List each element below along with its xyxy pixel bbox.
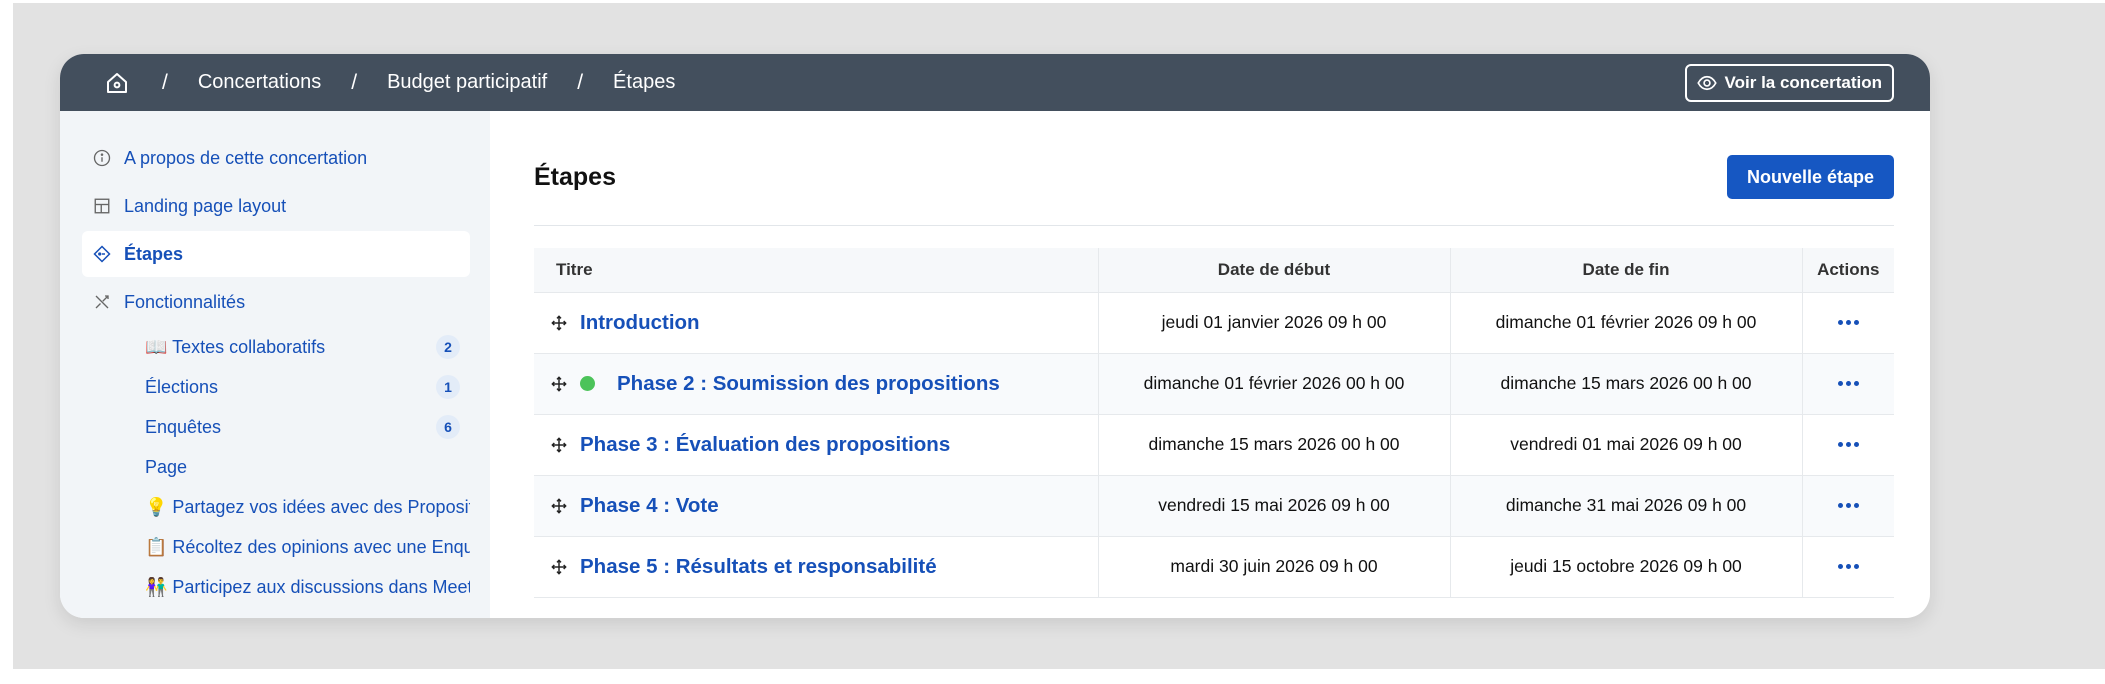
column-header-start: Date de début xyxy=(1098,248,1451,293)
phase-title-link[interactable]: Introduction xyxy=(580,311,700,335)
component-label: Page xyxy=(145,456,188,477)
more-actions-icon[interactable] xyxy=(1803,381,1895,386)
phase-start-date: vendredi 15 mai 2026 09 h 00 xyxy=(1098,475,1451,537)
phase-title-link[interactable]: Phase 4 : Vote xyxy=(580,494,719,518)
sidebar-item-label: Fonctionnalités xyxy=(124,291,246,312)
sidebar-item-about[interactable]: A propos de cette concertation xyxy=(82,135,470,181)
table-header-row: Titre Date de début Date de fin Actions xyxy=(534,248,1894,293)
component-textes-collaboratifs[interactable]: 📖 Textes collaboratifs 2 xyxy=(145,327,470,367)
more-actions-icon[interactable] xyxy=(1803,564,1895,569)
more-actions-icon[interactable] xyxy=(1803,320,1895,325)
phase-title-link[interactable]: Phase 2 : Soumission des propositions xyxy=(617,372,1000,396)
home-icon[interactable] xyxy=(102,68,132,98)
breadcrumb-concertations[interactable]: Concertations xyxy=(198,71,321,94)
breadcrumb-separator: / xyxy=(577,70,584,94)
count-badge: 6 xyxy=(436,415,460,439)
breadcrumb-separator: / xyxy=(162,70,168,94)
breadcrumb-separator: / xyxy=(351,70,358,94)
drag-handle-icon[interactable] xyxy=(550,497,568,515)
column-header-actions: Actions xyxy=(1802,248,1894,293)
drag-handle-icon[interactable] xyxy=(550,375,568,393)
sidebar-item-label: Étapes xyxy=(124,243,184,264)
phase-end-date: dimanche 31 mai 2026 09 h 00 xyxy=(1450,475,1803,537)
sidebar-item-label: A propos de cette concertation xyxy=(124,147,368,168)
count-badge: 1 xyxy=(436,375,460,399)
phase-start-date: dimanche 15 mars 2026 00 h 00 xyxy=(1098,414,1451,476)
phase-start-date: mardi 30 juin 2026 09 h 00 xyxy=(1098,536,1451,598)
component-label: 👫 Participez aux discussions dans Meetin… xyxy=(145,576,470,597)
phase-start-date: jeudi 01 janvier 2026 09 h 00 xyxy=(1098,292,1451,354)
phases-table: Titre Date de début Date de fin Actions xyxy=(534,248,1894,598)
sidebar-item-etapes[interactable]: Étapes xyxy=(82,231,470,277)
table-row: Introduction jeudi 01 janvier 2026 09 h … xyxy=(534,292,1895,354)
admin-panel: / Concertations / Budget participatif / … xyxy=(60,54,1930,618)
phase-end-date: dimanche 01 février 2026 09 h 00 xyxy=(1450,292,1803,354)
phase-end-date: dimanche 15 mars 2026 00 h 00 xyxy=(1450,353,1803,415)
column-header-end: Date de fin xyxy=(1450,248,1803,293)
phase-end-date: vendredi 01 mai 2026 09 h 00 xyxy=(1450,414,1803,476)
new-phase-button[interactable]: Nouvelle étape xyxy=(1726,155,1894,199)
main-content: Étapes Nouvelle étape Titre Date de débu… xyxy=(490,111,1930,618)
component-label: Élections xyxy=(145,376,219,397)
table-row: Phase 2 : Soumission des propositions di… xyxy=(534,353,1895,415)
phase-diamond-icon xyxy=(92,244,112,264)
phase-start-date: dimanche 01 février 2026 00 h 00 xyxy=(1098,353,1451,415)
phase-title-link[interactable]: Phase 5 : Résultats et responsabilité xyxy=(580,555,937,579)
breadcrumb-budget-participatif[interactable]: Budget participatif xyxy=(387,71,547,94)
tools-icon xyxy=(92,292,112,312)
table-row: Phase 3 : Évaluation des propositions di… xyxy=(534,414,1895,476)
main-header: Étapes Nouvelle étape xyxy=(534,155,1894,226)
sidebar-item-fonctionnalites[interactable]: Fonctionnalités xyxy=(82,279,470,325)
page-title: Étapes xyxy=(534,162,616,191)
component-enquetes[interactable]: Enquêtes 6 xyxy=(145,407,470,447)
table-row: Phase 4 : Vote vendredi 15 mai 2026 09 h… xyxy=(534,475,1895,537)
more-actions-icon[interactable] xyxy=(1803,442,1895,447)
phase-title-link[interactable]: Phase 3 : Évaluation des propositions xyxy=(580,433,950,457)
breadcrumb: / Concertations / Budget participatif / … xyxy=(132,71,675,95)
top-bar: / Concertations / Budget participatif / … xyxy=(60,54,1930,111)
more-actions-icon[interactable] xyxy=(1803,503,1895,508)
component-label: 📖 Textes collaboratifs xyxy=(145,336,326,357)
column-header-title: Titre xyxy=(534,248,1099,293)
info-circle-icon xyxy=(92,148,112,168)
component-page[interactable]: Page xyxy=(145,447,470,487)
component-label: Enquêtes xyxy=(145,416,222,437)
component-meetings[interactable]: 👫 Participez aux discussions dans Meetin… xyxy=(145,567,470,607)
sidebar: A propos de cette concertation Landing p… xyxy=(60,111,490,618)
drag-handle-icon[interactable] xyxy=(550,314,568,332)
sidebar-item-landing-page[interactable]: Landing page layout xyxy=(82,183,470,229)
component-enquete[interactable]: 📋 Récoltez des opinions avec une Enquête xyxy=(145,527,470,567)
active-phase-indicator xyxy=(580,376,595,391)
breadcrumb-current: Étapes xyxy=(613,71,676,93)
drag-handle-icon[interactable] xyxy=(550,558,568,576)
table-row: Phase 5 : Résultats et responsabilité ma… xyxy=(534,536,1895,598)
component-propositions[interactable]: 💡 Partagez vos idées avec des Propositio… xyxy=(145,487,470,527)
layout-grid-icon xyxy=(92,196,112,216)
component-label: 💡 Partagez vos idées avec des Propositio… xyxy=(145,496,470,517)
drag-handle-icon[interactable] xyxy=(550,436,568,454)
view-concertation-label: Voir la concertation xyxy=(1724,72,1882,92)
sidebar-item-label: Landing page layout xyxy=(124,195,287,216)
components-list: 📖 Textes collaboratifs 2 Élections 1 Enq… xyxy=(82,327,470,607)
eye-icon xyxy=(1696,73,1717,93)
component-label: 📋 Récoltez des opinions avec une Enquête xyxy=(145,536,470,557)
count-badge: 2 xyxy=(436,335,460,359)
phase-end-date: jeudi 15 octobre 2026 09 h 00 xyxy=(1450,536,1803,598)
view-concertation-button[interactable]: Voir la concertation xyxy=(1684,63,1894,102)
component-elections[interactable]: Élections 1 xyxy=(145,367,470,407)
